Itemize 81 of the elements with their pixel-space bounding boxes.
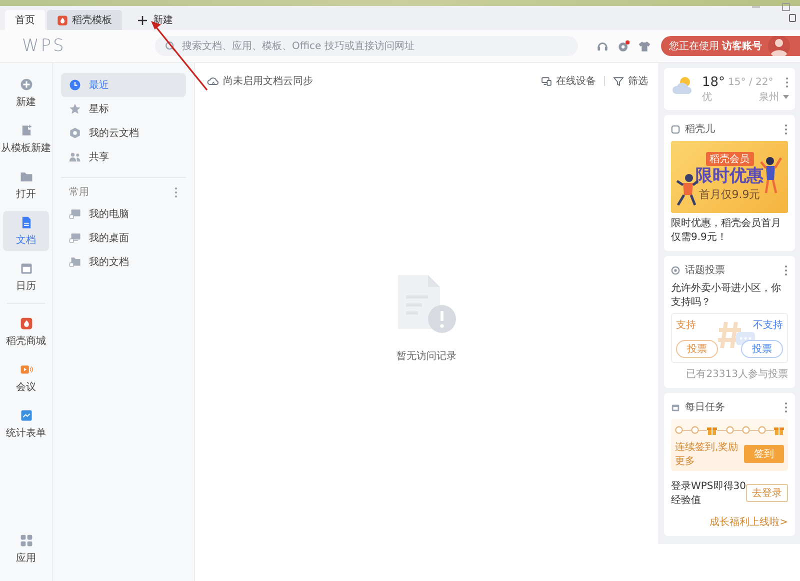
settings-icon[interactable] xyxy=(617,40,630,52)
location-item[interactable]: 我的电脑 xyxy=(61,202,186,226)
calendar-icon xyxy=(20,262,32,275)
logo: WPS xyxy=(22,36,67,56)
headset-icon[interactable] xyxy=(596,40,609,52)
step-circle-icon xyxy=(758,426,766,434)
card-title: 每日任务 xyxy=(685,401,725,414)
step-circle-icon xyxy=(691,426,700,434)
card-title: 话题投票 xyxy=(685,264,725,277)
location-item[interactable]: 我的文档 xyxy=(61,250,186,274)
more-icon[interactable] xyxy=(784,124,788,134)
promo-badge: 稻壳会员 xyxy=(706,152,754,166)
promo-headline: 限时优惠 xyxy=(696,166,764,186)
nav-item[interactable]: 稻壳商城 xyxy=(3,312,49,352)
promo-banner[interactable]: 稻壳会员 限时优惠 首月仅9.9元 xyxy=(671,141,788,213)
filter-icon xyxy=(613,76,624,86)
location-item[interactable]: 星标 xyxy=(61,97,186,121)
plus-icon xyxy=(138,16,147,24)
air-quality: 优 xyxy=(702,91,712,104)
step-circle-icon xyxy=(726,426,734,434)
tab[interactable]: 稻壳模板 xyxy=(47,10,122,30)
temperature: 18° xyxy=(702,75,726,90)
nav-item[interactable]: 会议 xyxy=(3,358,49,398)
video-camera-icon xyxy=(20,363,32,376)
nav-item[interactable]: 应用 xyxy=(3,529,49,569)
flame-badge-icon xyxy=(20,317,32,330)
more-icon[interactable] xyxy=(174,186,178,198)
cloud-sync-link[interactable]: 尚未启用文档云同步 xyxy=(207,74,313,88)
more-icon[interactable] xyxy=(784,402,788,412)
avatar-icon xyxy=(768,36,790,56)
login-reward-text: 登录WPS即得30经验值 xyxy=(671,480,746,507)
gift-icon xyxy=(707,425,718,435)
nav-item[interactable]: 打开 xyxy=(3,165,49,205)
section-title: 常用 xyxy=(69,186,89,199)
caret-icon xyxy=(783,95,789,99)
promo-offer: 首月仅9.9元 xyxy=(698,187,760,202)
chart-form-icon xyxy=(20,409,32,422)
window-icon[interactable] xyxy=(789,14,796,22)
nav-item[interactable]: 日历 xyxy=(3,257,49,297)
more-icon[interactable] xyxy=(784,264,788,276)
nav-item[interactable]: 新建 xyxy=(3,73,49,113)
devices-button[interactable]: 在线设备 xyxy=(541,74,596,88)
temperature-range: 15° / 22° xyxy=(728,77,774,88)
tab[interactable]: 首页 xyxy=(5,10,45,30)
location-item[interactable]: 我的云文档 xyxy=(61,121,186,145)
devices-icon xyxy=(541,76,552,86)
clock-icon xyxy=(69,79,81,91)
step-circle-icon xyxy=(675,426,683,434)
empty-message: 暂无访问记录 xyxy=(396,350,456,363)
more-icon[interactable] xyxy=(785,77,789,88)
apps-grid-icon xyxy=(20,534,32,547)
plus-circle-icon xyxy=(20,78,32,91)
calendar-icon xyxy=(671,402,680,412)
vote-button[interactable]: 投票 xyxy=(741,340,783,358)
step-circle-icon xyxy=(742,426,750,434)
promo-caption[interactable]: 限时优惠，稻壳会员首月仅需9.9元！ xyxy=(671,217,788,244)
flame-badge-icon xyxy=(57,14,68,26)
computer-icon xyxy=(69,208,81,220)
folder-icon xyxy=(69,256,81,268)
filter-button[interactable]: 筛选 xyxy=(613,74,648,88)
streak-text: 连续签到,奖励更多 xyxy=(675,440,740,468)
participant-count: 已有23313人参与投票 xyxy=(685,368,788,381)
nav-item[interactable]: 从模板新建 xyxy=(3,119,49,159)
vote-option-label: 支持 xyxy=(676,318,696,332)
monitor-icon xyxy=(69,232,81,244)
search-field[interactable]: 搜索文档、应用、模板、Office 技巧或直接访问网址 xyxy=(155,36,578,56)
card-title: 稻壳儿 xyxy=(685,122,715,136)
document-plus-icon xyxy=(20,124,32,137)
gift-icon xyxy=(774,425,784,435)
star-icon xyxy=(69,103,81,115)
nav-item[interactable]: 统计表单 xyxy=(3,404,49,444)
folder-icon xyxy=(20,170,32,183)
maximize-icon[interactable] xyxy=(782,3,790,11)
account-button[interactable]: 您正在使用 访客账号 xyxy=(661,36,800,56)
vote-question: 允许外卖小哥进小区，你支持吗？ xyxy=(671,282,782,309)
cloud-icon xyxy=(207,76,219,86)
location-item[interactable]: 我的桌面 xyxy=(61,226,186,250)
people-icon xyxy=(69,151,81,163)
shirt-icon[interactable] xyxy=(638,40,651,52)
vote-option-label: 不支持 xyxy=(753,318,783,332)
location-item[interactable]: 共享 xyxy=(61,145,186,169)
